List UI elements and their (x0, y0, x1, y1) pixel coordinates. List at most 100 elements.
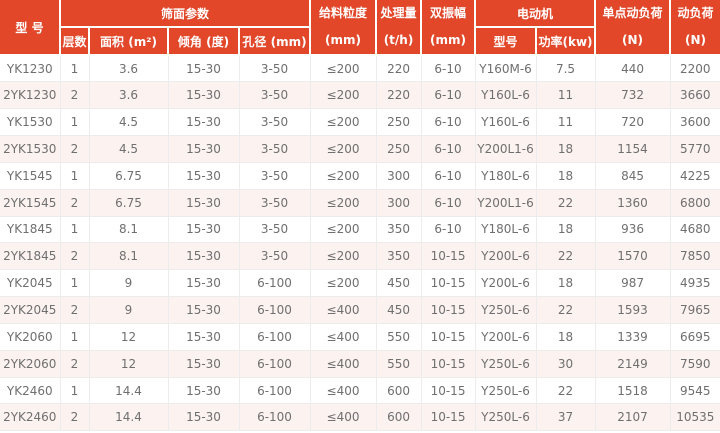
cell-single-point-load: 1154 (595, 136, 670, 163)
cell-motor-model: Y200L-6 (475, 243, 536, 270)
cell-model: 2YK2460 (0, 404, 60, 431)
cell-capacity: 600 (376, 377, 421, 404)
cell-area: 12 (89, 350, 168, 377)
cell-incline: 15-30 (168, 162, 239, 189)
cell-dynamic-load: 3600 (670, 109, 720, 136)
cell-dynamic-load: 4225 (670, 162, 720, 189)
cell-motor-model: Y250L-6 (475, 377, 536, 404)
cell-layers: 2 (60, 404, 89, 431)
cell-aperture: 3-50 (239, 82, 310, 109)
header-dynamic-load-label: 动负荷 (671, 0, 720, 27)
cell-aperture: 3-50 (239, 162, 310, 189)
table-row: 2YK153024.515-303-50≤2002506-10Y200L1-61… (0, 136, 720, 163)
cell-area: 3.6 (89, 82, 168, 109)
cell-motor-power: 30 (536, 350, 595, 377)
cell-model: YK1545 (0, 162, 60, 189)
cell-motor-power: 18 (536, 216, 595, 243)
spec-page: 型 号 筛面参数 给料粒度 (mm) 处理量 (t/h) 双振幅 (mm) 电动… (0, 0, 720, 433)
cell-motor-model: Y160M-6 (475, 55, 536, 82)
cell-area: 6.75 (89, 162, 168, 189)
cell-motor-power: 11 (536, 109, 595, 136)
cell-feed-size: ≤400 (310, 377, 376, 404)
cell-feed-size: ≤400 (310, 323, 376, 350)
cell-capacity: 550 (376, 323, 421, 350)
cell-amplitude: 10-15 (421, 350, 475, 377)
header-motor-power: 功率(kw) (536, 27, 595, 55)
cell-aperture: 3-50 (239, 243, 310, 270)
cell-capacity: 300 (376, 162, 421, 189)
cell-capacity: 220 (376, 82, 421, 109)
cell-incline: 15-30 (168, 270, 239, 297)
cell-incline: 15-30 (168, 350, 239, 377)
cell-feed-size: ≤400 (310, 404, 376, 431)
cell-single-point-load: 987 (595, 270, 670, 297)
header-capacity-unit: (t/h) (377, 27, 420, 54)
header-layers: 层数 (60, 27, 89, 55)
cell-aperture: 6-100 (239, 297, 310, 324)
spec-table: 型 号 筛面参数 给料粒度 (mm) 处理量 (t/h) 双振幅 (mm) 电动… (0, 0, 720, 431)
header-motor-model: 型号 (475, 27, 536, 55)
cell-motor-model: Y250L-6 (475, 297, 536, 324)
cell-incline: 15-30 (168, 136, 239, 163)
cell-aperture: 3-50 (239, 109, 310, 136)
cell-feed-size: ≤200 (310, 216, 376, 243)
cell-dynamic-load: 7965 (670, 297, 720, 324)
cell-motor-power: 11 (536, 82, 595, 109)
header-amplitude-label: 双振幅 (422, 0, 474, 27)
header-capacity-label: 处理量 (377, 0, 420, 27)
cell-aperture: 6-100 (239, 323, 310, 350)
cell-area: 14.4 (89, 404, 168, 431)
cell-single-point-load: 2149 (595, 350, 670, 377)
header-aperture: 孔径 (mm) (239, 27, 310, 55)
cell-single-point-load: 720 (595, 109, 670, 136)
cell-amplitude: 10-15 (421, 323, 475, 350)
cell-dynamic-load: 4680 (670, 216, 720, 243)
cell-motor-power: 18 (536, 162, 595, 189)
cell-single-point-load: 440 (595, 55, 670, 82)
cell-incline: 15-30 (168, 297, 239, 324)
table-row: 2YK184528.115-303-50≤20035010-15Y200L-62… (0, 243, 720, 270)
cell-incline: 15-30 (168, 243, 239, 270)
cell-motor-model: Y160L-6 (475, 109, 536, 136)
cell-single-point-load: 1518 (595, 377, 670, 404)
cell-motor-model: Y180L-6 (475, 162, 536, 189)
cell-aperture: 6-100 (239, 270, 310, 297)
cell-dynamic-load: 5770 (670, 136, 720, 163)
table-row: YK2460114.415-306-100≤40060010-15Y250L-6… (0, 377, 720, 404)
cell-capacity: 300 (376, 189, 421, 216)
cell-capacity: 350 (376, 216, 421, 243)
cell-model: 2YK1845 (0, 243, 60, 270)
header-feed-size-unit: (mm) (311, 27, 375, 54)
spec-table-body: YK123013.615-303-50≤2002206-10Y160M-67.5… (0, 55, 720, 431)
cell-feed-size: ≤200 (310, 189, 376, 216)
header-screen-params-group: 筛面参数 (60, 0, 310, 27)
cell-single-point-load: 1360 (595, 189, 670, 216)
cell-incline: 15-30 (168, 55, 239, 82)
cell-layers: 1 (60, 377, 89, 404)
header-single-point-load-label: 单点动负荷 (596, 0, 669, 27)
header-amplitude: 双振幅 (mm) (421, 0, 475, 55)
header-row-top: 型 号 筛面参数 给料粒度 (mm) 处理量 (t/h) 双振幅 (mm) 电动… (0, 0, 720, 27)
table-row: 2YK154526.7515-303-50≤2003006-10Y200L1-6… (0, 189, 720, 216)
table-header: 型 号 筛面参数 给料粒度 (mm) 处理量 (t/h) 双振幅 (mm) 电动… (0, 0, 720, 55)
cell-single-point-load: 732 (595, 82, 670, 109)
cell-aperture: 3-50 (239, 216, 310, 243)
cell-motor-model: Y200L1-6 (475, 136, 536, 163)
cell-model: YK2460 (0, 377, 60, 404)
table-row: 2YK123023.615-303-50≤2002206-10Y160L-611… (0, 82, 720, 109)
cell-motor-model: Y250L-6 (475, 404, 536, 431)
header-feed-size-label: 给料粒度 (311, 0, 375, 27)
cell-single-point-load: 936 (595, 216, 670, 243)
cell-incline: 15-30 (168, 404, 239, 431)
cell-dynamic-load: 6800 (670, 189, 720, 216)
cell-area: 4.5 (89, 136, 168, 163)
cell-feed-size: ≤200 (310, 136, 376, 163)
table-row: YK184518.115-303-50≤2003506-10Y180L-6189… (0, 216, 720, 243)
cell-area: 9 (89, 270, 168, 297)
cell-capacity: 450 (376, 297, 421, 324)
cell-capacity: 250 (376, 136, 421, 163)
cell-aperture: 3-50 (239, 136, 310, 163)
cell-single-point-load: 1570 (595, 243, 670, 270)
cell-layers: 2 (60, 243, 89, 270)
cell-aperture: 3-50 (239, 189, 310, 216)
